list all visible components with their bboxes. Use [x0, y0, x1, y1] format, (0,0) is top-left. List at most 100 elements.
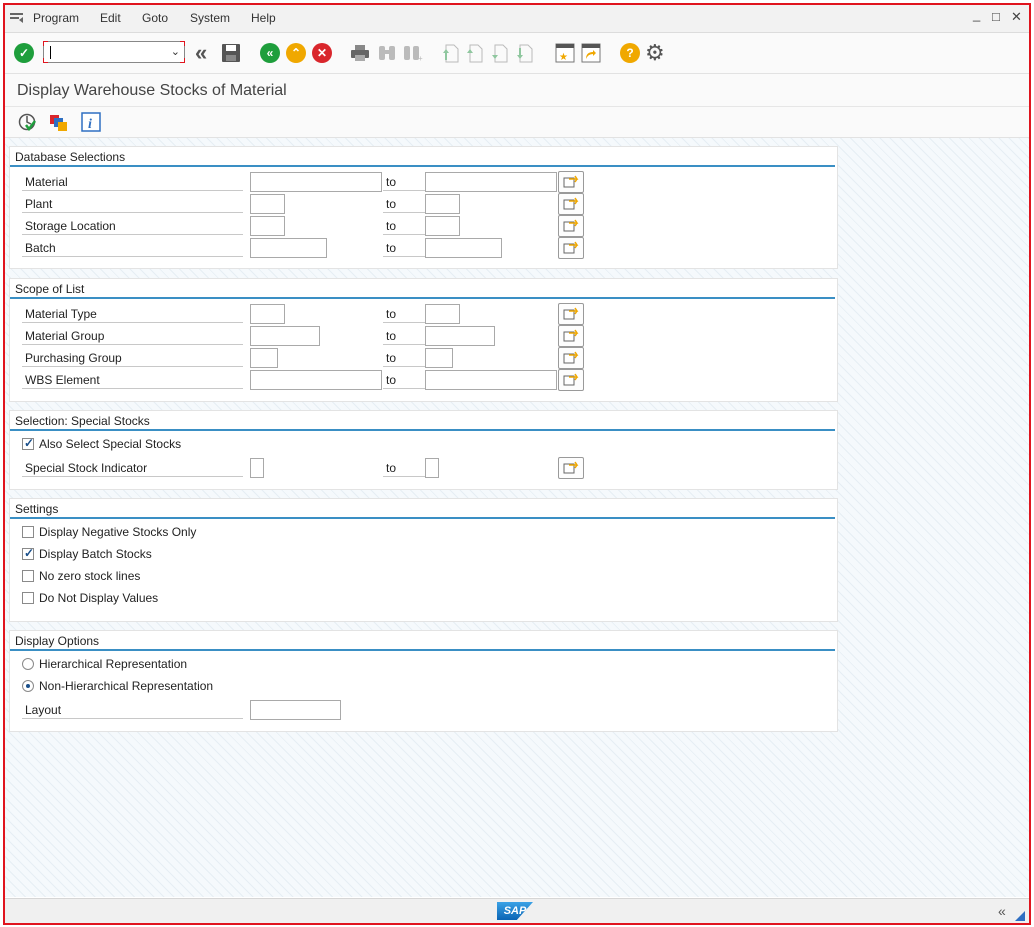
group-title: Settings: [15, 502, 59, 516]
material-group-from-input[interactable]: [250, 326, 320, 346]
checkbox-label: No zero stock lines: [39, 569, 141, 583]
exit-icon[interactable]: ⌃: [286, 43, 306, 63]
title-bar: Display Warehouse Stocks of Material: [5, 74, 1029, 107]
material-group-to-input[interactable]: [425, 326, 495, 346]
multiple-selection-button[interactable]: [558, 369, 584, 391]
cancel-icon[interactable]: ✕: [312, 43, 332, 63]
to-label: to: [383, 458, 425, 477]
purchasing-group-to-input[interactable]: [425, 348, 453, 368]
svg-text:+: +: [418, 54, 423, 62]
multiple-selection-button[interactable]: [558, 325, 584, 347]
field-label: Purchasing Group: [22, 348, 243, 367]
last-page-icon[interactable]: [515, 43, 533, 63]
group-title: Scope of List: [15, 282, 85, 296]
menu-program[interactable]: Program: [33, 11, 79, 25]
material-type-from-input[interactable]: [250, 304, 285, 324]
chevron-down-icon[interactable]: ⌄: [171, 45, 180, 58]
back-nav-icon[interactable]: «: [195, 40, 207, 66]
page-title: Display Warehouse Stocks of Material: [17, 82, 287, 99]
row-material-group: Material Group to: [22, 325, 822, 347]
special-stock-indicator-to-input[interactable]: [425, 458, 439, 478]
layout-input[interactable]: [250, 700, 341, 720]
multiple-selection-icon: [563, 351, 579, 364]
plant-from-input[interactable]: [250, 194, 285, 214]
multiple-selection-button[interactable]: [558, 237, 584, 259]
material-to-input[interactable]: [425, 172, 557, 192]
radio-button[interactable]: [22, 680, 34, 692]
settings-gear-icon[interactable]: ⚙: [645, 40, 665, 66]
svg-text:i: i: [88, 117, 92, 132]
checkbox[interactable]: ✓: [22, 436, 34, 450]
special-stock-indicator-from-input[interactable]: [250, 458, 264, 478]
material-type-to-input[interactable]: [425, 304, 460, 324]
application-toolbar: i: [5, 107, 1029, 138]
command-field[interactable]: ⌄: [43, 41, 185, 63]
checkbox-label: Display Batch Stocks: [39, 547, 152, 561]
multiple-selection-button[interactable]: [558, 347, 584, 369]
multiple-selection-button[interactable]: [558, 215, 584, 237]
multiple-selection-button[interactable]: [558, 457, 584, 479]
first-page-icon[interactable]: [441, 43, 459, 63]
menu-help[interactable]: Help: [251, 11, 276, 25]
resize-grip-icon[interactable]: [1015, 911, 1025, 921]
prev-page-icon[interactable]: [465, 43, 483, 63]
back-icon[interactable]: «: [260, 43, 280, 63]
checkbox[interactable]: [22, 570, 34, 582]
batch-to-input[interactable]: [425, 238, 502, 258]
next-page-icon[interactable]: [490, 43, 508, 63]
find-next-icon[interactable]: +: [402, 44, 424, 62]
radio-button[interactable]: [22, 658, 34, 670]
menu-goto[interactable]: Goto: [142, 11, 168, 25]
menu-system[interactable]: System: [190, 11, 230, 25]
minimize-button[interactable]: _: [973, 7, 980, 22]
print-icon[interactable]: [350, 44, 370, 62]
field-label: Batch: [22, 238, 243, 257]
field-label: Layout: [22, 700, 243, 719]
multiple-selection-icon: [563, 461, 579, 474]
maximize-button[interactable]: □: [992, 9, 1000, 24]
plant-to-input[interactable]: [425, 194, 460, 214]
multiple-selection-button[interactable]: [558, 171, 584, 193]
radio-label: Hierarchical Representation: [39, 657, 188, 671]
execute-icon[interactable]: [17, 112, 37, 132]
group-title: Display Options: [15, 634, 100, 648]
field-label: WBS Element: [22, 370, 243, 389]
row-material-type: Material Type to: [22, 303, 822, 325]
row-purchasing-group: Purchasing Group to: [22, 347, 822, 369]
checkbox[interactable]: ✓: [22, 546, 34, 560]
material-from-input[interactable]: [250, 172, 382, 192]
sap-logo: SAP: [497, 902, 533, 920]
check-icon[interactable]: ✓: [14, 43, 34, 63]
save-icon[interactable]: [221, 43, 241, 63]
purchasing-group-from-input[interactable]: [250, 348, 278, 368]
group-display-options: Display Options Hierarchical Representat…: [9, 630, 838, 732]
batch-from-input[interactable]: [250, 238, 327, 258]
shortcut-icon[interactable]: [581, 43, 601, 63]
close-button[interactable]: ✕: [1011, 9, 1022, 25]
multiple-selection-button[interactable]: [558, 193, 584, 215]
to-label: to: [383, 238, 425, 257]
multiple-selection-icon: [563, 175, 579, 188]
storage-location-to-input[interactable]: [425, 216, 460, 236]
get-variant-icon[interactable]: [49, 112, 69, 132]
multiple-selection-button[interactable]: [558, 303, 584, 325]
wbs-element-to-input[interactable]: [425, 370, 557, 390]
to-label: to: [383, 172, 425, 191]
new-session-icon[interactable]: ★: [555, 43, 575, 63]
row-material: Material to: [22, 171, 822, 193]
storage-location-from-input[interactable]: [250, 216, 285, 236]
info-icon[interactable]: i: [81, 112, 101, 132]
help-icon[interactable]: ?: [620, 43, 640, 63]
multiple-selection-icon: [563, 307, 579, 320]
checkbox[interactable]: [22, 526, 34, 538]
group-scope-of-list: Scope of List Material Type to Material …: [9, 278, 838, 402]
wbs-element-from-input[interactable]: [250, 370, 382, 390]
checkbox[interactable]: [22, 592, 34, 604]
to-label: to: [383, 216, 425, 235]
find-icon[interactable]: [377, 44, 397, 62]
multiple-selection-icon: [563, 373, 579, 386]
collapse-status-icon[interactable]: «: [998, 903, 1006, 919]
checkbox-label: Display Negative Stocks Only: [39, 525, 197, 539]
menu-icon[interactable]: [9, 11, 25, 25]
menu-edit[interactable]: Edit: [100, 11, 121, 25]
